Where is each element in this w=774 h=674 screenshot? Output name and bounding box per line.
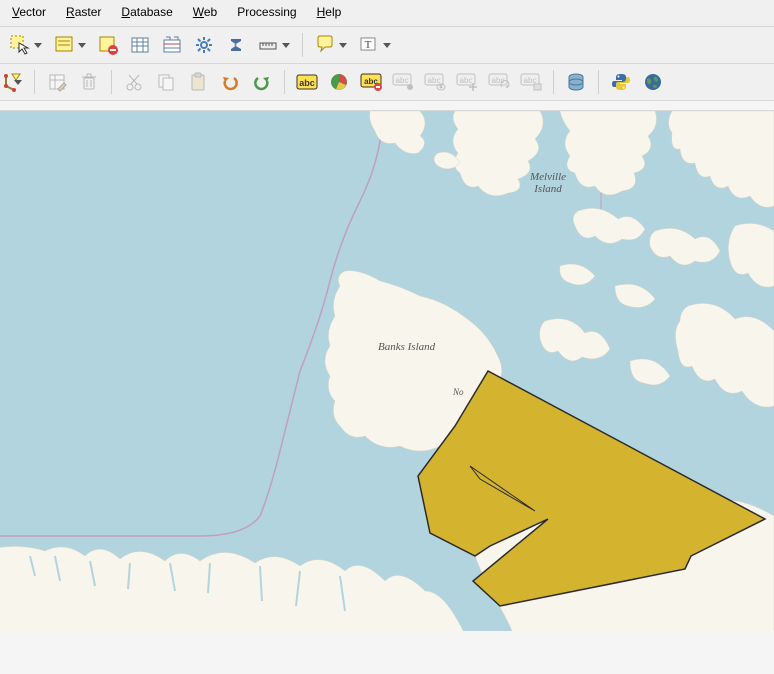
label-highlight-button[interactable]: abc — [357, 68, 385, 96]
globe-icon — [643, 72, 663, 92]
deselect-icon — [98, 35, 118, 55]
toolbar-row-2: abc abc abc abc abc abc abc — [0, 64, 774, 101]
text-annotation-button[interactable]: T — [355, 31, 395, 59]
deselect-button[interactable] — [94, 31, 122, 59]
toolbar-separator — [111, 70, 112, 94]
toolbar-gap — [0, 101, 774, 111]
undo-button[interactable] — [216, 68, 244, 96]
label-melville-island: MelvilleIsland — [530, 171, 566, 195]
database-icon — [566, 72, 586, 92]
rotate-label-button[interactable]: abc — [485, 68, 513, 96]
label-pin-button[interactable]: abc — [389, 68, 417, 96]
menu-raster[interactable]: Raster — [56, 3, 111, 21]
map-canvas[interactable]: Banks Island MelvilleIsland No — [0, 111, 774, 631]
measure-button[interactable] — [254, 31, 294, 59]
redo-button[interactable] — [248, 68, 276, 96]
select-features-button[interactable] — [6, 31, 46, 59]
svg-text:abc: abc — [492, 76, 505, 85]
attribute-table-button[interactable] — [126, 31, 154, 59]
move-label-button[interactable]: abc — [453, 68, 481, 96]
copy-button[interactable] — [152, 68, 180, 96]
map-tips-icon — [315, 35, 335, 55]
svg-text:T: T — [365, 39, 372, 51]
map-tips-button[interactable] — [311, 31, 351, 59]
label-pin-icon: abc — [392, 73, 414, 91]
menu-database-accel: D — [121, 5, 130, 19]
redo-icon — [252, 72, 272, 92]
ruler-icon — [258, 35, 278, 55]
gear-icon — [194, 35, 214, 55]
field-calculator-icon — [162, 35, 182, 55]
toolbar-separator — [302, 33, 303, 57]
processing-toolbox-button[interactable] — [190, 31, 218, 59]
svg-text:abc: abc — [299, 78, 315, 88]
menu-database[interactable]: Database — [111, 3, 182, 21]
toolbar-separator — [553, 70, 554, 94]
label-banks-island: Banks Island — [378, 341, 435, 353]
menu-raster-accel: R — [66, 5, 75, 19]
label-highlight-icon: abc — [360, 73, 382, 91]
svg-text:abc: abc — [396, 76, 409, 85]
python-icon — [611, 72, 631, 92]
move-label-icon: abc — [456, 73, 478, 91]
menu-bar: Vector Raster Database Web Processing He… — [0, 0, 774, 27]
delete-button[interactable] — [75, 68, 103, 96]
trash-icon — [79, 72, 99, 92]
menu-help[interactable]: Help — [307, 3, 352, 21]
menu-help-accel: H — [317, 5, 326, 19]
paste-button[interactable] — [184, 68, 212, 96]
toolbar-row-1: T — [0, 27, 774, 64]
attribute-table-icon — [130, 35, 150, 55]
scissors-icon — [124, 72, 144, 92]
paste-icon — [188, 72, 208, 92]
diagram-button[interactable] — [325, 68, 353, 96]
sigma-icon — [226, 35, 246, 55]
toolbar-separator — [34, 70, 35, 94]
modify-attributes-button[interactable] — [43, 68, 71, 96]
statistics-button[interactable] — [222, 31, 250, 59]
select-by-form-icon — [54, 35, 74, 55]
toolbar-separator — [598, 70, 599, 94]
change-label-button[interactable]: abc — [517, 68, 545, 96]
single-label-button[interactable]: abc — [293, 68, 321, 96]
menu-processing-label: Processing — [237, 5, 296, 19]
svg-text:abc: abc — [428, 76, 441, 85]
vertex-tool-button[interactable] — [0, 68, 26, 96]
menu-help-label: elp — [325, 5, 341, 19]
wms-browser-button[interactable] — [639, 68, 667, 96]
svg-text:abc: abc — [460, 76, 473, 85]
menu-web-accel: W — [193, 5, 204, 19]
python-console-button[interactable] — [607, 68, 635, 96]
rotate-label-icon: abc — [488, 73, 510, 91]
show-hide-label-icon: abc — [424, 73, 446, 91]
menu-processing[interactable]: Processing — [227, 3, 306, 21]
select-by-form-button[interactable] — [50, 31, 90, 59]
menu-raster-label: aster — [75, 5, 102, 19]
menu-vector[interactable]: Vector — [2, 3, 56, 21]
text-annotation-icon: T — [359, 35, 379, 55]
single-label-icon: abc — [296, 74, 318, 90]
field-calculator-button[interactable] — [158, 31, 186, 59]
menu-web[interactable]: Web — [183, 3, 227, 21]
modify-attributes-icon — [47, 72, 67, 92]
pie-diagram-icon — [329, 72, 349, 92]
map-svg — [0, 111, 774, 631]
vertex-tool-icon — [2, 72, 22, 92]
undo-icon — [220, 72, 240, 92]
menu-web-label: eb — [204, 5, 217, 19]
toolbar-separator — [284, 70, 285, 94]
copy-icon — [156, 72, 176, 92]
database-button[interactable] — [562, 68, 590, 96]
menu-vector-label: ector — [19, 5, 46, 19]
show-hide-label-button[interactable]: abc — [421, 68, 449, 96]
change-label-icon: abc — [520, 73, 542, 91]
cut-button[interactable] — [120, 68, 148, 96]
menu-database-label: atabase — [130, 5, 173, 19]
label-partial: No — [453, 386, 464, 398]
select-features-icon — [10, 35, 30, 55]
